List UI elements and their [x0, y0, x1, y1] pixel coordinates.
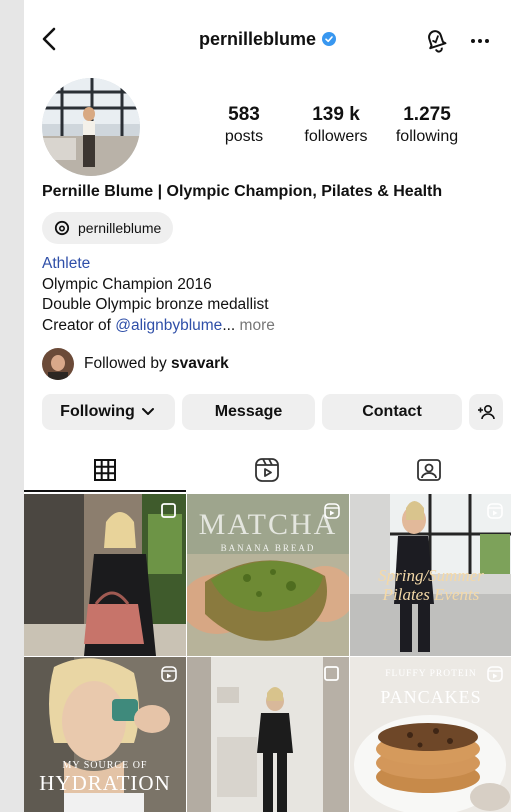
bio-mention-link[interactable]: @alignbyblume: [115, 317, 222, 334]
hydration-caption-line-1: MY SOURCE OF: [62, 760, 148, 771]
message-button[interactable]: Message: [182, 394, 315, 430]
grid-post[interactable]: MATCHA BANANA BREAD: [187, 494, 349, 656]
tab-posts-grid[interactable]: [24, 448, 186, 492]
grid-post[interactable]: Spring/Summer Pilates Events: [350, 494, 511, 656]
content-tabs: [24, 448, 511, 492]
display-name: Pernille Blume | Olympic Champion, Pilat…: [42, 183, 443, 200]
following-button-label: Following: [60, 403, 135, 420]
threads-handle: pernilleblume: [78, 220, 162, 236]
reels-icon: [255, 458, 279, 482]
verified-badge-icon: [322, 32, 337, 46]
following-label: following: [395, 128, 459, 145]
bio-line-3: Creator of @alignbyblume... more: [42, 316, 275, 337]
profile-screen: pernilleblume 583 posts 139 k followers …: [24, 0, 511, 812]
reel-icon: [487, 666, 503, 682]
matcha-subtitle: BANANA BREAD: [220, 543, 316, 553]
grid-post[interactable]: FLUFFY PROTEIN PANCAKES: [350, 657, 511, 812]
profile-avatar[interactable]: [42, 78, 140, 176]
grid-post[interactable]: [187, 657, 349, 812]
threads-badge[interactable]: pernilleblume: [42, 212, 174, 244]
posts-label: posts: [224, 128, 264, 145]
grid-post[interactable]: MY SOURCE OF HYDRATION: [24, 657, 186, 812]
hydration-caption-line-2: HYDRATION: [39, 771, 171, 795]
following-count: 1.275: [403, 104, 451, 125]
tab-reels[interactable]: [186, 448, 348, 492]
bio-line-3-prefix: Creator of: [42, 316, 116, 334]
pancake-caption-line-2: PANCAKES: [380, 687, 482, 707]
followers-count: 139 k: [312, 104, 360, 125]
chevron-down-icon: [141, 408, 154, 415]
carousel-icon: [324, 666, 339, 681]
stat-posts[interactable]: 583 posts: [210, 104, 278, 146]
active-tab-indicator: [24, 490, 186, 492]
threads-icon: [54, 220, 70, 236]
reel-icon: [487, 503, 503, 519]
bio-more-link[interactable]: more: [235, 317, 275, 334]
tagged-person-icon: [417, 459, 441, 481]
posts-count: 583: [228, 104, 260, 125]
bio: Athlete Olympic Champion 2016 Double Oly…: [42, 254, 275, 336]
notification-bell-icon[interactable]: [422, 24, 450, 54]
more-options-icon[interactable]: [466, 24, 494, 54]
reel-icon: [324, 503, 340, 519]
carousel-icon: [161, 503, 176, 518]
stat-followers[interactable]: 139 k followers: [296, 104, 376, 146]
followers-label: followers: [304, 128, 368, 145]
pilates-caption-line-1: Spring/Summer: [378, 566, 484, 585]
suggest-people-button[interactable]: [469, 394, 503, 430]
followed-by-prefix: Followed by: [84, 355, 172, 372]
follower-avatar: [42, 348, 74, 380]
following-button[interactable]: Following: [42, 394, 175, 430]
contact-button[interactable]: Contact: [322, 394, 462, 430]
top-bar: pernilleblume: [24, 18, 511, 62]
tab-tagged[interactable]: [348, 448, 510, 492]
stat-following[interactable]: 1.275 following: [388, 104, 466, 146]
action-buttons: Following Message Contact: [42, 394, 503, 430]
bio-line-2: Double Olympic bronze medallist: [42, 296, 269, 313]
bio-line-1: Olympic Champion 2016: [42, 275, 212, 293]
reel-icon: [161, 666, 177, 682]
followed-by-user: svavark: [171, 355, 229, 372]
grid-post[interactable]: [24, 494, 186, 656]
add-person-icon: [478, 404, 495, 420]
grid-icon: [94, 459, 116, 481]
bio-ellipsis: ...: [222, 316, 236, 334]
pilates-caption-line-2: Pilates Events: [382, 585, 480, 604]
followed-by[interactable]: Followed by svavark: [42, 348, 229, 380]
category-label: Athlete: [42, 255, 91, 272]
